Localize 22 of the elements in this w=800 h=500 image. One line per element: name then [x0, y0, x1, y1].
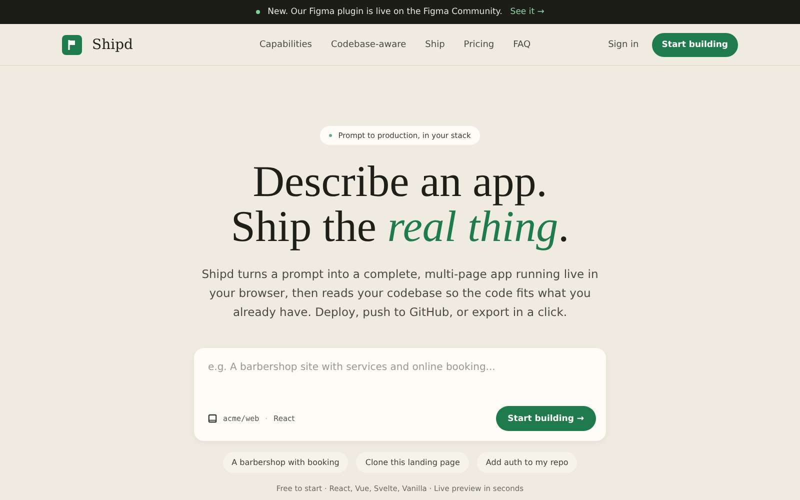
bullet-icon: [329, 134, 332, 137]
headline: Describe an app.: [252, 159, 548, 204]
repo-icon: [208, 414, 217, 423]
brand-name: Shipd: [92, 36, 134, 52]
nav-link[interactable]: Capabilities: [259, 40, 312, 50]
announcement-text: New. Our Figma plugin is live on the Figma Community.: [268, 7, 502, 17]
nav-link[interactable]: Pricing: [464, 40, 494, 50]
nav-link[interactable]: Codebase-aware: [330, 40, 406, 50]
start-building-button[interactable]: Start building →: [496, 406, 596, 431]
suggestion-chip[interactable]: A barbershop with booking: [222, 452, 348, 473]
headline: Ship the real thing.: [230, 204, 570, 249]
nav-link[interactable]: Ship: [425, 40, 445, 50]
suggestion-chip[interactable]: Add auth to my repo: [476, 452, 578, 473]
flag-logo-icon: [62, 34, 82, 54]
see-it-link[interactable]: See it →: [510, 7, 544, 17]
description: Shipd turns a prompt into a complete, multi-page app running live in your browser, then reads your codebase so the code fits what you already have. Deploy, push to GitHub, or export in a click.: [200, 266, 600, 321]
suggestion-chip[interactable]: Clone this landing page: [356, 452, 469, 473]
status-dot-icon: [256, 10, 260, 14]
prompt-input-field[interactable]: e.g. A barbershop site with services and online booking...: [208, 362, 596, 373]
nav-link[interactable]: FAQ: [513, 40, 531, 50]
start-building-button[interactable]: Start building: [652, 32, 738, 56]
sign-in-link[interactable]: Sign in: [608, 40, 639, 50]
